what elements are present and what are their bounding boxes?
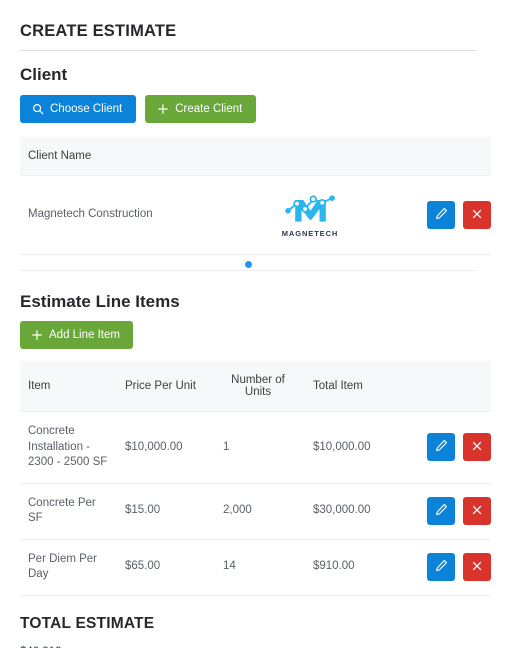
line-item-name: Concrete Per SF <box>20 483 117 539</box>
table-row: Concrete Per SF $15.00 2,000 $30,000.00 <box>20 483 491 539</box>
pencil-icon <box>435 207 448 223</box>
line-item-name: Per Diem Per Day <box>20 539 117 595</box>
line-items-header-row: Item Price Per Unit Number of Units Tota… <box>20 361 491 412</box>
close-x-icon <box>471 504 483 519</box>
edit-line-item-button[interactable] <box>427 553 455 581</box>
table-row: Per Diem Per Day $65.00 14 $910.00 <box>20 539 491 595</box>
header-price: Price Per Unit <box>117 361 215 412</box>
total-estimate-heading: TOTAL ESTIMATE <box>20 615 477 633</box>
client-table: Client Name Magnetech Construction <box>20 137 491 255</box>
pencil-icon <box>435 439 448 455</box>
close-x-icon <box>471 560 483 575</box>
pencil-icon <box>435 559 448 575</box>
line-item-total: $10,000.00 <box>305 412 396 484</box>
line-items-table-header: Item Price Per Unit Number of Units Tota… <box>20 361 491 412</box>
client-carousel-indicators <box>20 255 477 270</box>
header-item: Item <box>20 361 117 412</box>
delete-line-item-button[interactable] <box>463 497 491 525</box>
client-table-header: Client Name <box>20 137 491 176</box>
line-item-actions-cell <box>396 539 491 595</box>
line-item-units: 14 <box>215 539 305 595</box>
create-estimate-page: CREATE ESTIMATE Client Choose Client <box>0 0 511 648</box>
close-x-icon <box>471 208 483 223</box>
client-header-row: Client Name <box>20 137 491 176</box>
client-row-actions <box>398 201 491 229</box>
client-header-logo <box>230 137 390 176</box>
line-item-actions-cell <box>396 412 491 484</box>
line-items-table: Item Price Per Unit Number of Units Tota… <box>20 361 491 596</box>
edit-line-item-button[interactable] <box>427 497 455 525</box>
line-items-table-body: Concrete Installation - 2300 - 2500 SF $… <box>20 412 491 596</box>
magnetech-wordmark: MAGNETECH <box>282 229 338 239</box>
client-header-name: Client Name <box>20 137 230 176</box>
edit-line-item-button[interactable] <box>427 433 455 461</box>
line-item-total: $910.00 <box>305 539 396 595</box>
client-actions-row: Choose Client Create Client <box>20 95 477 123</box>
plus-icon <box>31 329 43 341</box>
line-item-units: 2,000 <box>215 483 305 539</box>
choose-client-label: Choose Client <box>50 103 122 115</box>
edit-client-button[interactable] <box>427 201 455 229</box>
delete-line-item-button[interactable] <box>463 553 491 581</box>
line-items-heading: Estimate Line Items <box>20 292 477 312</box>
title-divider <box>20 50 477 51</box>
line-item-row-actions <box>404 553 491 581</box>
search-icon <box>32 103 44 115</box>
line-item-price: $65.00 <box>117 539 215 595</box>
plus-icon <box>157 103 169 115</box>
magnetech-logo: MAGNETECH <box>282 191 338 239</box>
client-logo-cell: MAGNETECH <box>230 176 390 255</box>
line-item-name: Concrete Installation - 2300 - 2500 SF <box>20 412 117 484</box>
create-client-label: Create Client <box>175 103 242 115</box>
header-actions <box>396 361 491 412</box>
close-x-icon <box>471 440 483 455</box>
client-name-cell: Magnetech Construction <box>20 176 230 255</box>
client-actions-cell <box>390 176 491 255</box>
client-header-actions <box>390 137 491 176</box>
line-item-row-actions <box>404 497 491 525</box>
create-client-button[interactable]: Create Client <box>145 95 256 123</box>
header-units: Number of Units <box>215 361 305 412</box>
table-row: Magnetech Construction <box>20 176 491 255</box>
choose-client-button[interactable]: Choose Client <box>20 95 136 123</box>
line-item-actions-cell <box>396 483 491 539</box>
line-item-row-actions <box>404 433 491 461</box>
magnetech-mark-icon <box>283 191 338 227</box>
line-item-price: $15.00 <box>117 483 215 539</box>
pencil-icon <box>435 503 448 519</box>
line-item-units: 1 <box>215 412 305 484</box>
carousel-dot-1[interactable] <box>245 261 252 268</box>
page-title: CREATE ESTIMATE <box>20 0 477 50</box>
client-section-divider <box>20 270 477 271</box>
table-row: Concrete Installation - 2300 - 2500 SF $… <box>20 412 491 484</box>
add-line-item-button[interactable]: Add Line Item <box>20 321 133 349</box>
delete-client-button[interactable] <box>463 201 491 229</box>
line-item-price: $10,000.00 <box>117 412 215 484</box>
add-line-item-label: Add Line Item <box>49 329 120 341</box>
page-content: CREATE ESTIMATE Client Choose Client <box>0 0 497 648</box>
delete-line-item-button[interactable] <box>463 433 491 461</box>
header-total: Total Item <box>305 361 396 412</box>
line-item-total: $30,000.00 <box>305 483 396 539</box>
client-section-heading: Client <box>20 65 477 85</box>
client-table-body: Magnetech Construction <box>20 176 491 255</box>
